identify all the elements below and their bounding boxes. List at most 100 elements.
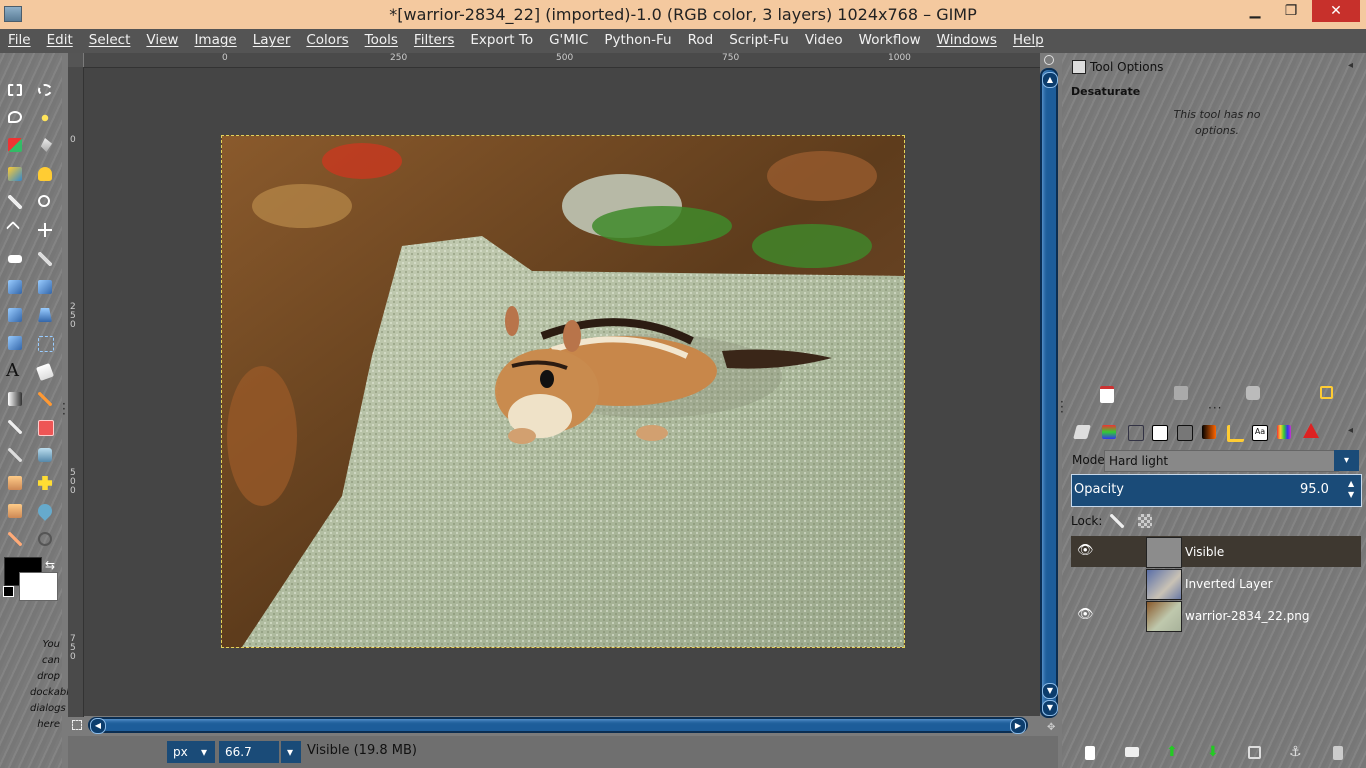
layer-row[interactable]: Inverted Layer (1071, 568, 1361, 600)
scroll-down-icon[interactable]: ▼ (1042, 683, 1058, 699)
menu-gmic[interactable]: G'MIC (541, 29, 596, 53)
foreground-select-icon[interactable] (8, 167, 22, 181)
tab-menu-icon[interactable]: ◂ (1348, 425, 1353, 436)
menu-workflow[interactable]: Workflow (851, 29, 929, 53)
layer-mode-select[interactable]: Hard light (1104, 450, 1339, 472)
menu-image[interactable]: Image (186, 29, 244, 53)
blend-icon[interactable] (8, 392, 22, 406)
patterns-tab-icon[interactable] (1177, 425, 1193, 441)
lock-alpha-icon[interactable] (1138, 514, 1152, 528)
scroll-down-step-icon[interactable]: ▼ (1042, 700, 1058, 716)
rotate-icon[interactable] (8, 280, 22, 294)
reset-tool-options-icon[interactable] (1320, 386, 1333, 399)
crop-icon[interactable] (38, 252, 52, 266)
new-layer-icon[interactable] (1085, 746, 1095, 760)
layer-name[interactable]: Inverted Layer (1185, 577, 1273, 591)
menu-rod[interactable]: Rod (680, 29, 722, 53)
flip-icon[interactable] (8, 336, 22, 350)
unit-dropdown-arrow[interactable]: ▾ (195, 741, 215, 763)
new-layer-group-icon[interactable] (1125, 747, 1139, 757)
airbrush-icon[interactable] (8, 448, 22, 462)
error-console-tab-icon[interactable] (1303, 423, 1319, 438)
visibility-eye-icon[interactable]: 👁 (1077, 543, 1094, 558)
scale-icon[interactable] (38, 280, 52, 294)
opacity-spinner-icon[interactable]: ▲ ▼ (1348, 478, 1354, 500)
menu-view[interactable]: View (138, 29, 186, 53)
perspective-clone-icon[interactable] (8, 504, 22, 518)
menu-export-to[interactable]: Export To (462, 29, 541, 53)
background-color-swatch[interactable] (19, 572, 58, 601)
layer-row[interactable]: 👁 Visible (1071, 536, 1361, 568)
reset-colors-icon[interactable] (3, 586, 14, 597)
vertical-scrollbar[interactable] (1040, 68, 1058, 718)
layer-row[interactable]: 👁 warrior-2834_22.png (1071, 600, 1361, 632)
menu-tools[interactable]: Tools (357, 29, 406, 53)
rect-select-icon[interactable] (8, 84, 22, 96)
shear-icon[interactable] (8, 308, 22, 322)
smudge-icon[interactable] (8, 532, 22, 546)
layer-name[interactable]: warrior-2834_22.png (1185, 609, 1309, 623)
zoom-dropdown-arrow[interactable]: ▾ (281, 741, 301, 763)
dodge-burn-icon[interactable] (38, 532, 52, 546)
image-content[interactable] (221, 135, 905, 648)
channels-tab-icon[interactable] (1102, 425, 1116, 439)
layer-name[interactable]: Visible (1185, 545, 1224, 559)
restore-tool-preset-icon[interactable] (1174, 386, 1188, 400)
fuzzy-select-icon[interactable] (38, 111, 52, 125)
fonts-tab-icon[interactable]: Aa (1252, 425, 1268, 441)
zoom-icon[interactable] (38, 195, 50, 207)
tool-options-tab[interactable]: Tool Options (1090, 60, 1163, 74)
anchor-layer-icon[interactable]: ⚓ (1289, 744, 1302, 760)
duplicate-layer-icon[interactable] (1248, 746, 1261, 759)
menu-select[interactable]: Select (81, 29, 139, 53)
clone-icon[interactable] (8, 476, 22, 490)
menu-layer[interactable]: Layer (245, 29, 299, 53)
text-tool-icon[interactable]: A (6, 360, 19, 381)
menu-file[interactable]: File (0, 29, 39, 53)
horizontal-scrollbar[interactable] (88, 717, 1028, 733)
raise-layer-icon[interactable]: ⬆ (1166, 744, 1178, 760)
zoom-select[interactable]: 66.7 (219, 741, 279, 763)
paths-icon[interactable] (38, 167, 52, 181)
lock-pixels-icon[interactable] (1110, 514, 1124, 528)
menu-windows[interactable]: Windows (929, 29, 1005, 53)
scroll-up-icon[interactable]: ▲ (1042, 72, 1058, 88)
menu-python-fu[interactable]: Python-Fu (596, 29, 679, 53)
quick-mask-icon[interactable] (72, 720, 82, 730)
menu-script-fu[interactable]: Script-Fu (721, 29, 797, 53)
eraser-icon[interactable] (38, 420, 54, 436)
close-button[interactable]: ✕ (1312, 0, 1360, 22)
horizontal-ruler[interactable]: 0 250 500 750 1000 (84, 53, 1040, 68)
delete-layer-icon[interactable] (1333, 746, 1343, 760)
scroll-right-icon[interactable]: ▶ (1010, 718, 1026, 734)
swap-colors-icon[interactable]: ⇆ (45, 558, 55, 572)
dock-separator-grip-icon[interactable]: ··· (1208, 402, 1222, 414)
brushes-tab-icon[interactable] (1152, 425, 1168, 441)
save-tool-preset-icon[interactable] (1100, 386, 1114, 403)
opacity-value[interactable]: 95.0 (1300, 482, 1329, 497)
menu-video[interactable]: Video (797, 29, 851, 53)
free-select-icon[interactable] (8, 111, 22, 123)
chevron-down-icon[interactable]: ▾ (1334, 450, 1359, 471)
gradients-tab-icon[interactable] (1202, 425, 1216, 439)
delete-tool-preset-icon[interactable] (1246, 386, 1260, 400)
select-by-color-icon[interactable] (8, 138, 22, 152)
ellipse-select-icon[interactable] (38, 84, 52, 96)
dock-grip-icon[interactable]: · · · (1060, 396, 1064, 418)
menu-colors[interactable]: Colors (298, 29, 356, 53)
paintbrush-icon[interactable] (8, 420, 22, 434)
toolbox-grip-icon[interactable]: · · · (62, 398, 66, 420)
menu-filters[interactable]: Filters (406, 29, 462, 53)
navigate-icon[interactable]: ✥ (1047, 722, 1055, 733)
pencil-icon[interactable] (38, 392, 52, 406)
visibility-eye-icon[interactable]: 👁 (1077, 607, 1094, 622)
vertical-ruler[interactable]: 0 250 500 750 (68, 67, 84, 717)
color-picker-icon[interactable] (8, 195, 22, 209)
palettes-tab-icon[interactable] (1277, 425, 1291, 439)
scroll-left-icon[interactable]: ◀ (90, 718, 106, 734)
minimize-button[interactable]: ▁ (1238, 0, 1272, 22)
cage-transform-icon[interactable] (38, 336, 54, 352)
undo-history-tab-icon[interactable] (1227, 425, 1244, 442)
move-icon[interactable] (38, 223, 52, 237)
lower-layer-icon[interactable]: ⬇ (1207, 744, 1219, 760)
